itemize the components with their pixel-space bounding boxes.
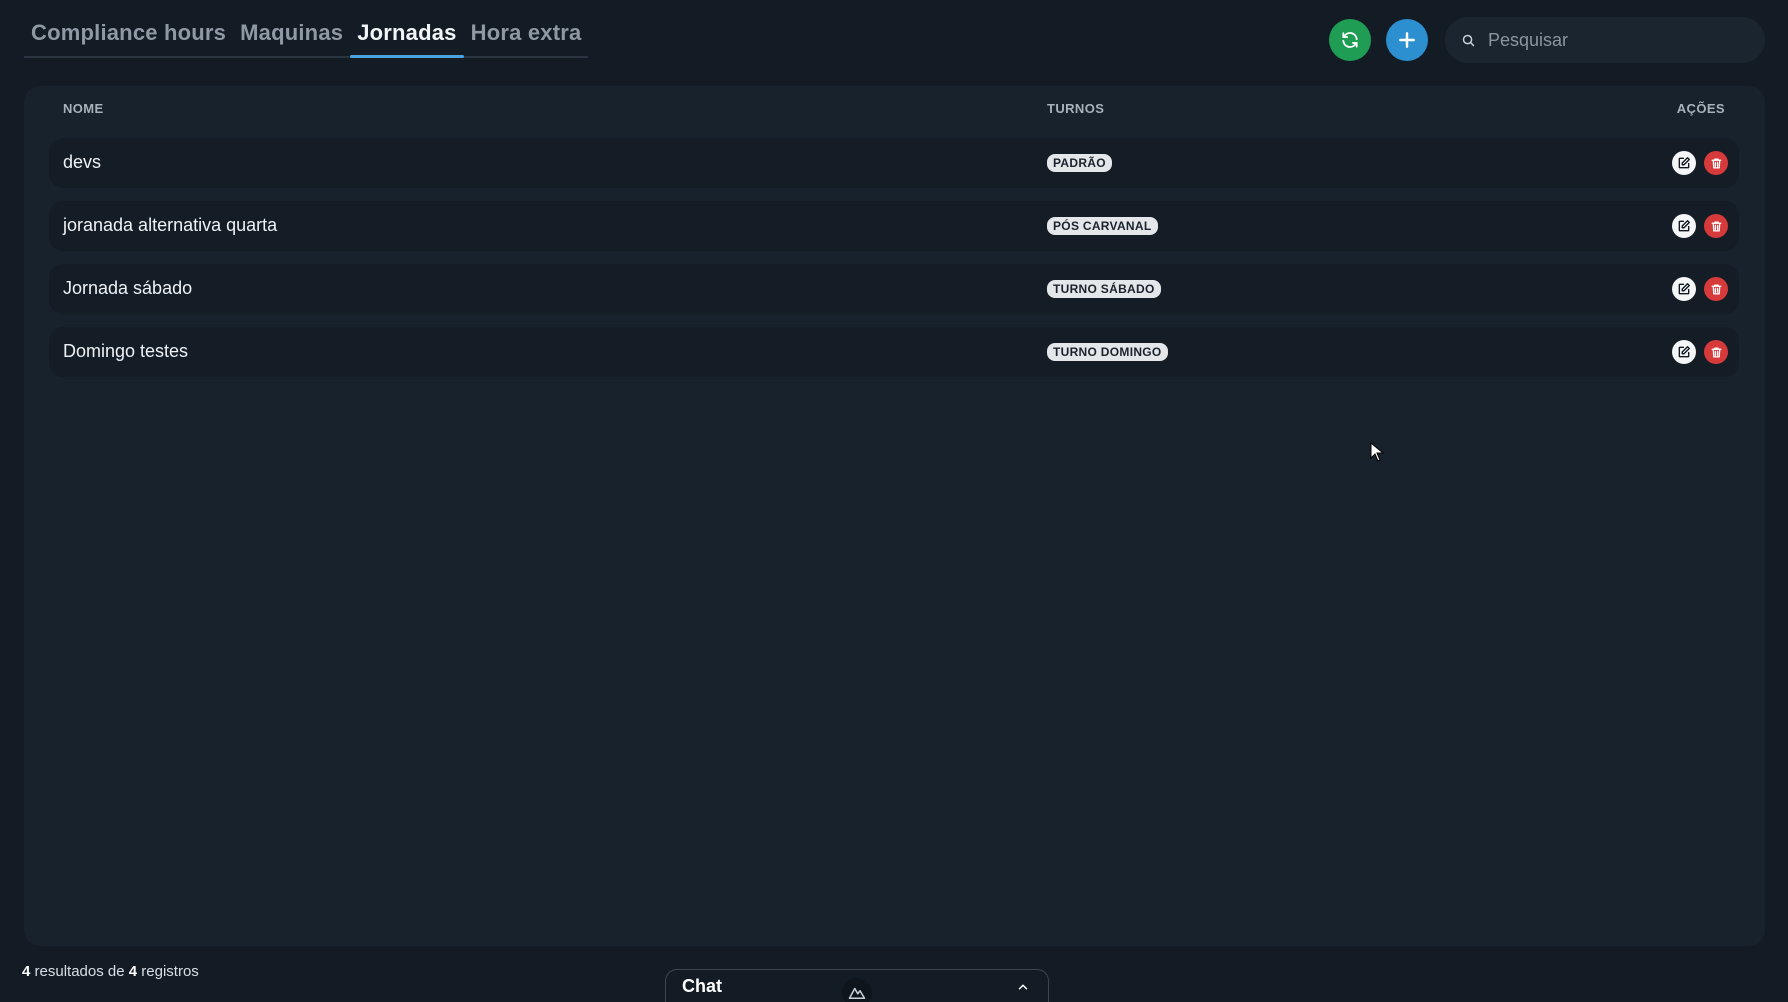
edit-button[interactable] bbox=[1672, 277, 1696, 301]
row-name: Jornada sábado bbox=[63, 278, 193, 298]
table-row[interactable]: Domingo testes TURNO DOMINGO bbox=[49, 327, 1739, 377]
column-header-turnos[interactable]: TURNOS bbox=[1047, 101, 1104, 116]
trash-icon bbox=[1711, 221, 1721, 231]
turno-badge: TURNO SÁBADO bbox=[1047, 280, 1161, 298]
trash-icon bbox=[1711, 347, 1721, 357]
chevron-up-icon[interactable] bbox=[1016, 980, 1030, 999]
search-box[interactable] bbox=[1445, 17, 1765, 63]
delete-button[interactable] bbox=[1704, 277, 1728, 301]
column-header-acoes: AÇÕES bbox=[1676, 101, 1725, 116]
plus-icon bbox=[1399, 32, 1415, 48]
turno-badge: PADRÃO bbox=[1047, 154, 1112, 172]
tab-compliance-hours[interactable]: Compliance hours bbox=[24, 16, 233, 56]
delete-button[interactable] bbox=[1704, 340, 1728, 364]
table-row[interactable]: joranada alternativa quarta PÓS CARVANAL bbox=[49, 201, 1739, 251]
edit-icon bbox=[1678, 346, 1690, 358]
tab-jornadas[interactable]: Jornadas bbox=[350, 16, 465, 58]
results-count: 4 resultados de 4 registros bbox=[22, 963, 199, 980]
chat-panel[interactable]: Chat bbox=[665, 969, 1049, 1002]
results-shown: 4 bbox=[22, 963, 31, 980]
tab-maquinas[interactable]: Maquinas bbox=[233, 16, 350, 56]
chat-label: Chat bbox=[682, 976, 722, 996]
mouse-cursor-icon bbox=[1370, 442, 1384, 462]
refresh-icon bbox=[1342, 32, 1358, 48]
results-text-end: registros bbox=[141, 963, 199, 980]
edit-icon bbox=[1678, 220, 1690, 232]
results-total: 4 bbox=[128, 963, 138, 980]
search-input[interactable] bbox=[1488, 29, 1738, 51]
table-row[interactable]: Jornada sábado TURNO SÁBADO bbox=[49, 264, 1739, 314]
row-name: Domingo testes bbox=[63, 341, 189, 361]
jornadas-table: NOME TURNOS AÇÕES devs PADRÃO joranada a… bbox=[24, 86, 1765, 946]
trash-icon bbox=[1711, 158, 1721, 168]
add-button[interactable] bbox=[1386, 19, 1428, 61]
table-row[interactable]: devs PADRÃO bbox=[49, 138, 1739, 188]
results-text-mid: resultados de bbox=[34, 963, 125, 980]
edit-icon bbox=[1678, 283, 1690, 295]
delete-button[interactable] bbox=[1704, 214, 1728, 238]
table-header: NOME TURNOS AÇÕES bbox=[24, 86, 1765, 136]
turno-badge: TURNO DOMINGO bbox=[1047, 343, 1168, 361]
column-header-nome[interactable]: NOME bbox=[63, 101, 104, 116]
chat-logo-icon bbox=[842, 978, 872, 1002]
row-name: devs bbox=[63, 152, 102, 172]
row-name: joranada alternativa quarta bbox=[63, 215, 278, 235]
edit-button[interactable] bbox=[1672, 340, 1696, 364]
refresh-button[interactable] bbox=[1329, 19, 1371, 61]
delete-button[interactable] bbox=[1704, 151, 1728, 175]
edit-button[interactable] bbox=[1672, 151, 1696, 175]
tab-bar: Compliance hours Maquinas Jornadas Hora … bbox=[24, 16, 589, 58]
edit-icon bbox=[1678, 157, 1690, 169]
search-icon bbox=[1462, 34, 1475, 46]
turno-badge: PÓS CARVANAL bbox=[1047, 217, 1158, 235]
tab-hora-extra[interactable]: Hora extra bbox=[464, 16, 589, 56]
page: Compliance hours Maquinas Jornadas Hora … bbox=[0, 0, 1788, 1002]
trash-icon bbox=[1711, 284, 1721, 294]
edit-button[interactable] bbox=[1672, 214, 1696, 238]
